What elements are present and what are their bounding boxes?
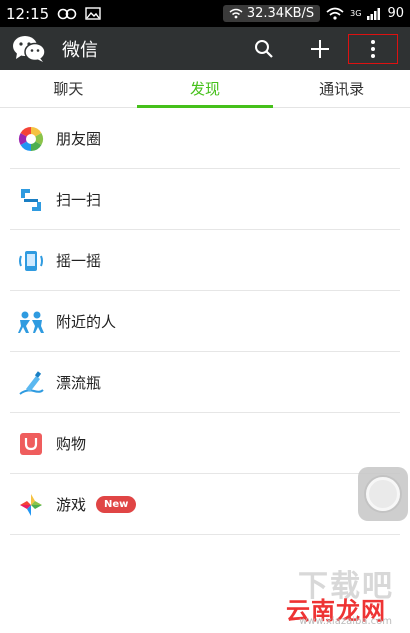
people-nearby-icon xyxy=(18,309,44,335)
wifi-signal-icon xyxy=(326,7,344,20)
speed-text: 32.34KB/S xyxy=(246,6,315,21)
list-item-moments[interactable]: 朋友圈 xyxy=(0,108,410,169)
list-item-label: 摇一摇 xyxy=(56,252,102,270)
tab-contacts[interactable]: 通讯录 xyxy=(273,70,410,107)
list-item-label: 朋友圈 xyxy=(56,130,102,148)
games-icon xyxy=(18,492,44,518)
app-title: 微信 xyxy=(62,39,98,61)
more-options-button[interactable] xyxy=(348,33,398,64)
list-item-label: 附近的人 xyxy=(56,313,117,331)
drift-bottle-icon xyxy=(18,370,44,396)
wifi-icon xyxy=(229,8,243,19)
list-item-label: 购物 xyxy=(56,435,87,453)
list-item-label: 扫一扫 xyxy=(56,191,102,209)
tab-chats[interactable]: 聊天 xyxy=(0,70,137,107)
search-button[interactable] xyxy=(236,27,292,70)
tab-discover[interactable]: 发现 xyxy=(136,70,274,108)
search-icon xyxy=(255,39,273,58)
plus-icon xyxy=(311,39,329,58)
moments-icon xyxy=(18,126,44,152)
list-item-shake[interactable]: 摇一摇 xyxy=(0,230,410,291)
discover-list: 朋友圈 扫一扫 摇一摇 附近的人 漂流瓶 购物 游戏 New xyxy=(0,108,410,535)
assistive-touch-button[interactable] xyxy=(358,467,408,521)
scan-icon xyxy=(18,187,44,213)
more-vert-icon xyxy=(371,39,375,58)
assistive-touch-icon xyxy=(366,477,400,511)
list-item-scan[interactable]: 扫一扫 xyxy=(0,169,410,230)
network-speed-indicator: 32.34KB/S xyxy=(222,5,321,22)
network-type: 3G xyxy=(350,9,362,18)
watermark: 下载吧 云南龙网 www.xiazaiba.com xyxy=(260,555,400,627)
list-item-games[interactable]: 游戏 New xyxy=(0,474,410,535)
app-bar: 微信 xyxy=(0,27,410,70)
list-item-shopping[interactable]: 购物 xyxy=(0,413,410,474)
shopping-icon xyxy=(18,431,44,457)
image-icon xyxy=(85,7,101,20)
list-item-people-nearby[interactable]: 附近的人 xyxy=(0,291,410,352)
list-item-drift-bottle[interactable]: 漂流瓶 xyxy=(0,352,410,413)
tab-bar: 聊天 发现 通讯录 xyxy=(0,70,410,108)
battery-level: 90 xyxy=(387,6,404,21)
add-button[interactable] xyxy=(292,27,348,70)
infinity-icon xyxy=(57,8,77,20)
wechat-logo-icon xyxy=(12,34,46,64)
list-item-label: 游戏 xyxy=(56,496,87,514)
list-item-label: 漂流瓶 xyxy=(56,374,102,392)
status-bar: 12:15 32.34KB/S 3G 90 xyxy=(0,0,410,27)
watermark-url: www.xiazaiba.com xyxy=(299,616,392,627)
status-time: 12:15 xyxy=(6,4,50,23)
new-badge: New xyxy=(96,496,137,513)
cell-signal-icon xyxy=(367,7,381,20)
shake-icon xyxy=(18,248,44,274)
